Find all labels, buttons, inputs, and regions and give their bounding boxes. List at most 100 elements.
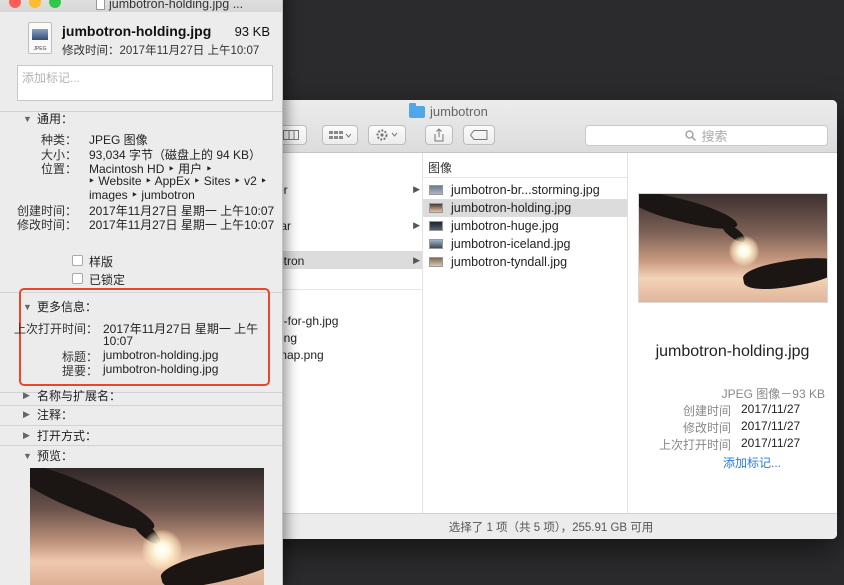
preview-modified-value: 2017/11/27: [741, 419, 801, 433]
finder-window: jumbotron 搜索 er ▶ tar ▶ otron ▶ e-for-g: [265, 100, 837, 539]
modified-label: 修改时间：: [16, 218, 77, 232]
preview-last-opened-value: 2017/11/27: [741, 436, 801, 450]
tag-button[interactable]: [463, 125, 495, 145]
folder-icon: [409, 102, 425, 118]
disclosure-right-icon: ▶: [23, 390, 30, 400]
section-title: 名称与扩展名：: [37, 389, 122, 403]
locked-label: 已锁定: [89, 273, 126, 287]
image-thumbnail-icon: [429, 185, 443, 195]
file-name: jumbotron-huge.jpg: [451, 219, 559, 233]
where-value-line-2: ‣ Website ‣ AppEx ‣ Sites ‣ v2 ‣: [88, 174, 268, 188]
chevron-right-icon: ▶: [413, 184, 420, 194]
info-window-title: jumbotron-holding.jpg ...: [96, 0, 243, 11]
file-item[interactable]: map.png: [277, 348, 324, 362]
group-button[interactable]: [322, 125, 358, 145]
stationery-label: 样版: [89, 255, 114, 269]
jpeg-file-icon: JPEG: [28, 22, 52, 54]
last-opened-label: 上次打开时间：: [13, 322, 98, 336]
file-row[interactable]: jumbotron-br...storming.jpg: [423, 181, 627, 199]
close-button[interactable]: [9, 0, 21, 8]
add-tags-link[interactable]: 添加标记...: [723, 454, 781, 471]
file-row[interactable]: jumbotron-tyndall.jpg: [423, 253, 627, 271]
file-row-selected[interactable]: jumbotron-holding.jpg: [423, 199, 627, 217]
divider: [265, 289, 422, 290]
section-title: 通用：: [37, 112, 74, 126]
share-icon: [434, 128, 444, 142]
section-title: 注释：: [37, 408, 74, 422]
section-title: 预览：: [37, 449, 74, 463]
share-button[interactable]: [425, 125, 453, 145]
sun-glow: [729, 236, 759, 266]
action-button[interactable]: [368, 125, 406, 145]
info-window-title-text: jumbotron-holding.jpg ...: [109, 0, 244, 11]
search-field[interactable]: 搜索: [585, 125, 828, 146]
info-file-name: jumbotron-holding.jpg: [62, 23, 212, 39]
zoom-button[interactable]: [49, 0, 61, 8]
preview-image: [638, 193, 828, 303]
tag-icon: [470, 130, 488, 140]
section-general[interactable]: ▼ 通用：: [23, 110, 73, 127]
file-row[interactable]: jumbotron-huge.jpg: [423, 217, 627, 235]
where-label: 位置：: [40, 162, 77, 176]
headline-value: jumbotron-holding.jpg: [103, 348, 219, 362]
grid-icon: [329, 131, 351, 139]
preview-created-value: 2017/11/27: [741, 402, 801, 416]
description-label: 提要：: [61, 364, 98, 378]
column-header: 图像: [428, 161, 453, 175]
image-thumbnail-icon: [429, 221, 443, 231]
disclosure-down-icon: ▼: [23, 113, 32, 124]
file-name: jumbotron-br...storming.jpg: [451, 183, 600, 197]
file-row[interactable]: jumbotron-iceland.jpg: [423, 235, 627, 253]
chevron-right-icon: ▶: [413, 220, 420, 230]
search-icon: [685, 130, 697, 141]
get-info-window: jumbotron-holding.jpg ... JPEG jumbotron…: [0, 0, 283, 585]
finder-preview-pane: jumbotron-holding.jpg JPEG 图像－93 KB 创建时间…: [628, 153, 837, 514]
finder-column-2: 图像 jumbotron-br...storming.jpg jumbotron…: [423, 153, 628, 514]
info-modified-summary: 修改时间：2017年11月27日 上午10:07: [62, 45, 260, 57]
preview-modified-label: 修改时间: [682, 421, 731, 435]
file-name: jumbotron-holding.jpg: [451, 201, 572, 215]
where-value-line-3: images ‣ jumbotron: [89, 188, 195, 202]
file-name: jumbotron-tyndall.jpg: [451, 255, 568, 269]
section-preview[interactable]: ▼ 预览：: [23, 447, 73, 464]
disclosure-down-icon: ▼: [23, 301, 32, 312]
modified-value: 2017年11月27日 星期一 上午10:07: [89, 218, 275, 232]
divider: [423, 177, 627, 178]
preview-created-label: 创建时间: [682, 404, 731, 418]
gear-icon: [376, 129, 398, 141]
finder-title: jumbotron: [409, 102, 488, 119]
file-name: jumbotron-iceland.jpg: [451, 237, 571, 251]
section-open-with[interactable]: ▶ 打开方式：: [23, 427, 97, 444]
info-file-size: 93 KB: [234, 24, 270, 39]
columns-icon: [283, 130, 299, 140]
preview-file-type: JPEG 图像－93 KB: [721, 387, 825, 401]
section-comments[interactable]: ▶ 注释：: [23, 406, 73, 423]
section-title: 更多信息：: [37, 300, 98, 314]
finder-column-1: er ▶ tar ▶ otron ▶ e-for-gh.jpg ong map.…: [265, 153, 423, 514]
search-placeholder: 搜索: [701, 129, 728, 144]
image-thumbnail-icon: [429, 203, 443, 213]
finder-title-text: jumbotron: [430, 104, 488, 119]
info-preview-image: [30, 468, 264, 585]
finder-toolbar: jumbotron 搜索: [265, 100, 837, 153]
status-text: 选择了 1 项（共 5 项），255.91 GB 可用: [448, 521, 654, 534]
preview-file-name: jumbotron-holding.jpg: [655, 343, 810, 360]
locked-checkbox[interactable]: [72, 273, 83, 284]
section-more-info[interactable]: ▼ 更多信息：: [23, 298, 97, 315]
last-opened-value-line-2: 10:07: [103, 334, 134, 348]
file-item[interactable]: e-for-gh.jpg: [277, 314, 338, 328]
image-thumbnail-icon: [429, 239, 443, 249]
image-thumbnail-icon: [429, 257, 443, 267]
chevron-right-icon: ▶: [413, 255, 420, 265]
section-name-extension[interactable]: ▶ 名称与扩展名：: [23, 387, 121, 404]
disclosure-right-icon: ▶: [23, 430, 30, 440]
stationery-checkbox[interactable]: [72, 255, 83, 266]
section-title: 打开方式：: [37, 429, 98, 443]
document-icon: [96, 0, 105, 10]
description-value: jumbotron-holding.jpg: [103, 362, 219, 376]
preview-last-opened-label: 上次打开时间: [658, 438, 731, 452]
disclosure-down-icon: ▼: [23, 450, 32, 461]
minimize-button[interactable]: [29, 0, 41, 8]
tags-input[interactable]: 添加标记...: [17, 65, 273, 101]
divider: [0, 425, 282, 426]
